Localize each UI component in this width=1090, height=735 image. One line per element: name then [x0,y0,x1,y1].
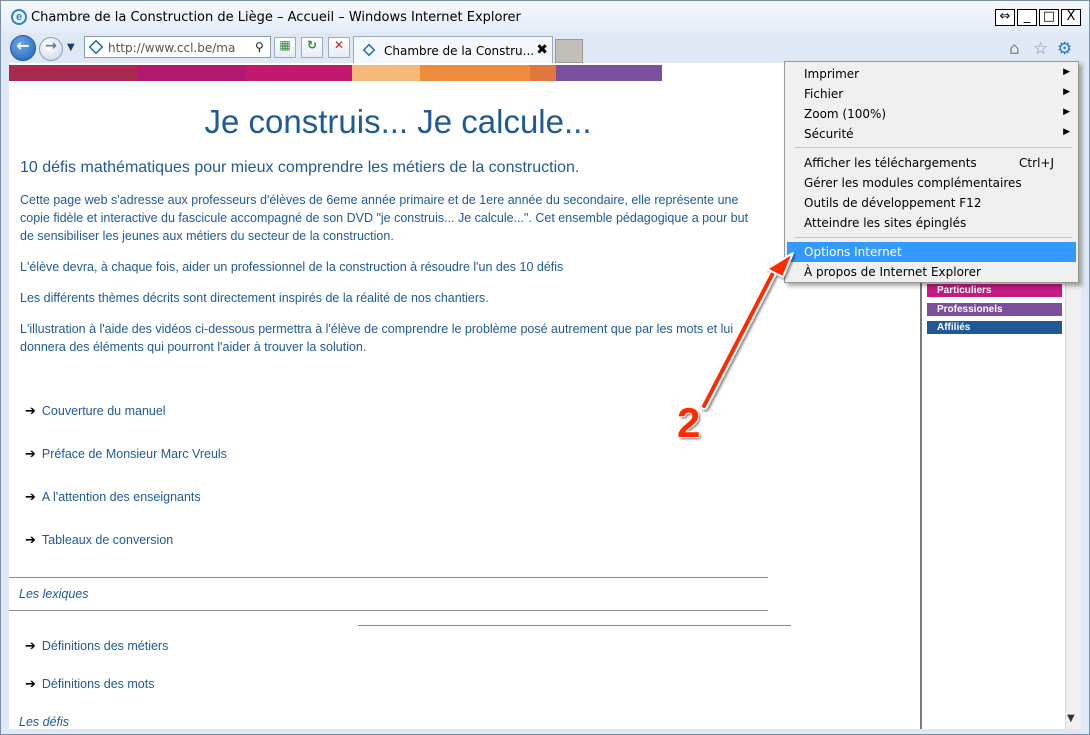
annotation-arrow [700,252,794,410]
annotation-step-number: 2 [677,399,701,446]
browser-window: e Chambre de la Construction de Liège – … [0,0,1090,735]
